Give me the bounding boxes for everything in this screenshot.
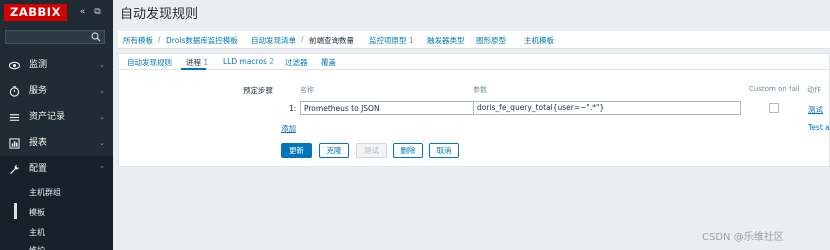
step-row-number: 1:	[289, 104, 297, 113]
breadcrumb-graph-prototypes[interactable]: 图形原型	[476, 35, 506, 46]
wrench-icon	[10, 164, 20, 174]
submenu-templates[interactable]: 模板	[14, 203, 45, 219]
logo-row: ZABBIX « ⧉	[4, 4, 109, 21]
menu-label: 报表	[29, 138, 48, 148]
chevron-up-icon: ⌃	[99, 165, 105, 173]
tab-overrides[interactable]: 覆盖	[321, 57, 336, 68]
breadcrumb-template[interactable]: Drois数据库监控模板	[166, 35, 238, 46]
active-tab-indicator	[181, 68, 206, 70]
column-header-actions: 动作	[807, 86, 821, 94]
item-prototypes-count: 1	[408, 36, 414, 45]
tab-label: LLD macros	[223, 57, 267, 66]
delete-button[interactable]: 删除	[393, 143, 423, 158]
breadcrumb-discovery-list[interactable]: 自动发现清单	[251, 35, 296, 46]
sidebar: ZABBIX « ⧉ 监测 ⌄ 服务 ⌄ 资产记录 ⌄ 报表 ⌄ 配置 ⌃ 主机…	[0, 0, 113, 250]
item-prototypes-label: 监控项原型	[369, 36, 407, 45]
menu-label: 服务	[29, 86, 48, 96]
test-step-link[interactable]: 测试	[808, 104, 823, 115]
tab-lld-macros[interactable]: LLD macros 2	[223, 57, 274, 66]
chevron-down-icon: ⌄	[99, 87, 105, 95]
list-icon	[9, 114, 20, 121]
chevron-down-icon: ⌄	[99, 139, 105, 147]
tab-label: 进程	[186, 58, 201, 67]
step-type-select[interactable]: Prometheus to JSON	[300, 101, 487, 115]
clock-icon	[9, 86, 20, 97]
add-step-link[interactable]: 添加	[281, 123, 296, 134]
tab-filters[interactable]: 过滤器	[285, 57, 308, 68]
tab-count: 1	[203, 58, 209, 67]
sidebar-search[interactable]	[5, 30, 105, 44]
step-type-value: Prometheus to JSON	[304, 104, 380, 113]
chevron-down-icon: ⌄	[99, 113, 105, 121]
clone-button[interactable]: 克隆	[319, 143, 349, 158]
breadcrumb: 所有模板 / Drois数据库监控模板 自动发现清单 / 前端查询数量 监控项原…	[118, 31, 830, 49]
kiosk-mode-icon[interactable]: ⧉	[92, 7, 103, 18]
breadcrumb-item-prototypes[interactable]: 监控项原型 1	[369, 35, 414, 46]
custom-on-fail-checkbox[interactable]	[769, 103, 779, 113]
menu-label: 监测	[29, 60, 48, 70]
breadcrumb-host-prototypes[interactable]: 主机模板	[524, 35, 554, 46]
cancel-button[interactable]: 取消	[429, 143, 459, 158]
breadcrumb-separator: /	[301, 35, 304, 44]
menu-label: 配置	[29, 164, 48, 174]
update-button[interactable]: 更新	[281, 143, 312, 158]
page-title: 自动发现规则	[120, 7, 199, 22]
breadcrumb-all-templates[interactable]: 所有模板	[123, 35, 153, 46]
steps-label: 预定步骤	[243, 86, 273, 95]
column-header-name: 名称	[300, 86, 314, 94]
search-input[interactable]	[9, 32, 89, 42]
breadcrumb-separator: /	[158, 35, 161, 44]
search-icon[interactable]	[91, 32, 101, 42]
chevron-down-icon: ⌄	[99, 61, 105, 69]
tab-discovery-rule[interactable]: 自动发现规则	[127, 57, 172, 68]
submenu-maintenance[interactable]: 维护	[29, 245, 45, 250]
menu-item-monitoring[interactable]: 监测 ⌄	[0, 52, 113, 78]
breadcrumb-trigger-prototypes[interactable]: 触发器类型	[427, 35, 465, 46]
form-panel: 自动发现规则 进程 1 LLD macros 2 过滤器 覆盖 预定步骤 名称 …	[118, 53, 830, 167]
submenu-host-groups[interactable]: 主机群组	[29, 187, 61, 198]
zabbix-logo[interactable]: ZABBIX	[4, 4, 67, 21]
column-header-custom-on-fail: Custom on fail	[749, 85, 800, 93]
test-button[interactable]: 测试	[356, 143, 387, 158]
tab-preprocessing[interactable]: 进程 1	[186, 57, 208, 68]
menu-item-configuration[interactable]: 配置 ⌃	[0, 156, 113, 182]
menu-item-inventory[interactable]: 资产记录 ⌄	[0, 104, 113, 130]
test-all-steps-link[interactable]: Test a	[808, 123, 830, 132]
menu-item-services[interactable]: 服务 ⌄	[0, 78, 113, 104]
step-param-input[interactable]: doris_fe_query_total{user=~".*"}	[473, 101, 741, 115]
submenu-hosts[interactable]: 主机	[29, 227, 45, 238]
breadcrumb-current: 前端查询数量	[309, 36, 354, 45]
configuration-submenu: 主机群组 模板 主机 维护	[0, 181, 113, 250]
tab-bar: 自动发现规则 进程 1 LLD macros 2 过滤器 覆盖	[119, 54, 830, 70]
tab-count: 2	[269, 57, 275, 66]
menu-label: 资产记录	[29, 112, 66, 122]
watermark: CSDN @乐维社区	[702, 232, 784, 243]
menu-item-reports[interactable]: 报表 ⌄	[0, 130, 113, 156]
eye-icon	[9, 61, 20, 70]
column-header-params: 参数	[473, 86, 487, 94]
collapse-sidebar-icon[interactable]: «	[77, 7, 88, 18]
chart-icon	[9, 138, 20, 149]
